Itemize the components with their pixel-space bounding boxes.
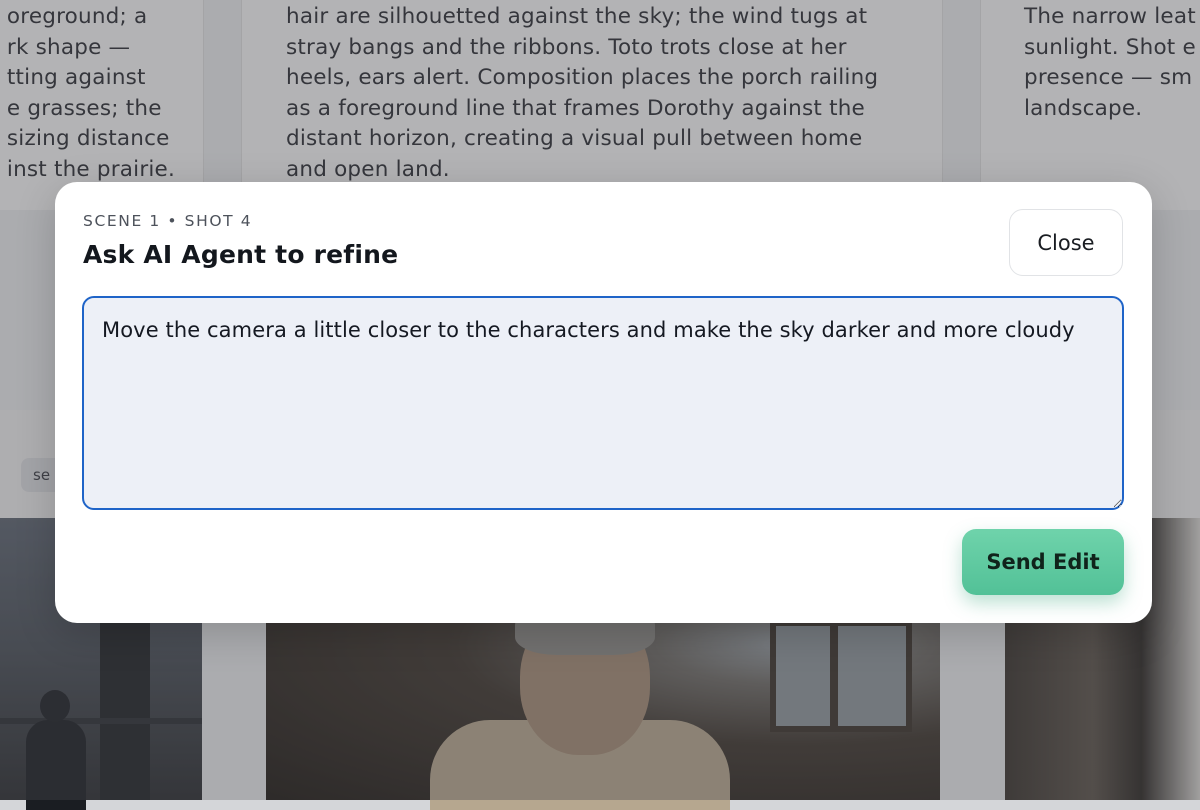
refine-dialog: SCENE 1 • SHOT 4 Ask AI Agent to refine …: [55, 182, 1152, 623]
send-edit-button[interactable]: Send Edit: [962, 529, 1124, 595]
close-button[interactable]: Close: [1009, 209, 1123, 276]
dialog-title: Ask AI Agent to refine: [83, 240, 399, 269]
scene-shot-label: SCENE 1 • SHOT 4: [83, 212, 253, 230]
refine-prompt-input[interactable]: Move the camera a little closer to the c…: [82, 296, 1124, 510]
